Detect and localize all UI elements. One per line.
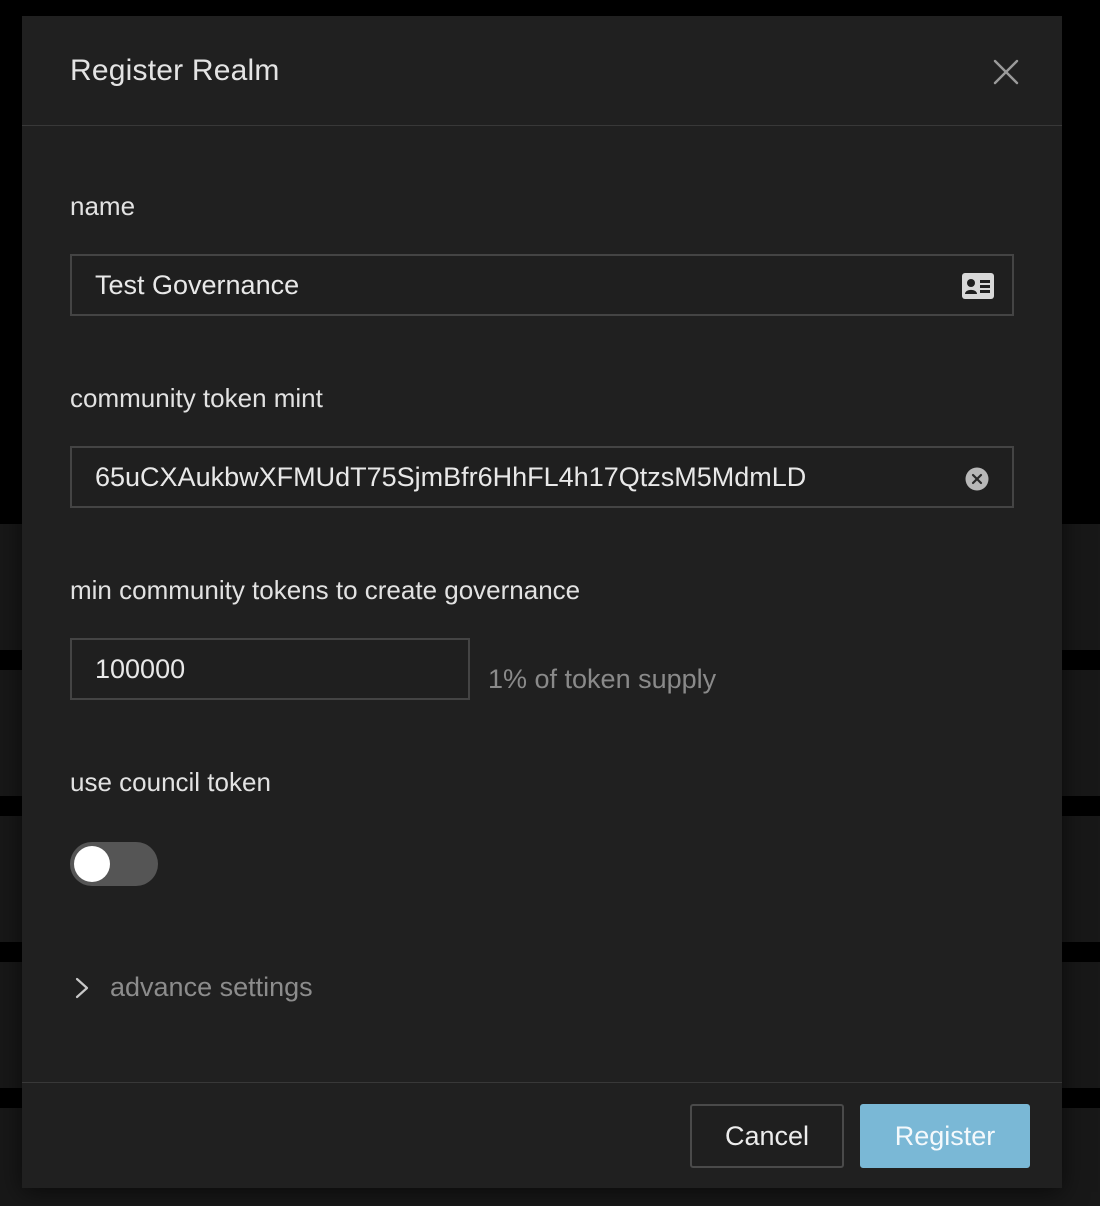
min-tokens-input[interactable]: 100000 [70, 638, 470, 700]
register-button[interactable]: Register [860, 1104, 1030, 1168]
community-mint-value: 65uCXAukbwXFMUdT75SjmBfr6HhFL4h17QtzsM5M… [95, 462, 807, 492]
chevron-right-icon [74, 976, 90, 1005]
community-mint-label: community token mint [70, 383, 323, 413]
contact-card-icon[interactable] [961, 272, 995, 305]
clear-circle-icon[interactable] [965, 467, 989, 496]
name-input[interactable]: Test Governance [70, 254, 1014, 316]
min-tokens-label: min community tokens to create governanc… [70, 575, 581, 605]
modal-title: Register Realm [70, 54, 280, 87]
close-button[interactable] [988, 54, 1024, 90]
name-label: name [70, 191, 136, 221]
min-tokens-value: 100000 [95, 654, 186, 684]
community-mint-input[interactable]: 65uCXAukbwXFMUdT75SjmBfr6HhFL4h17QtzsM5M… [70, 446, 1014, 508]
register-realm-modal: Register Realm name Test Governance comm… [22, 16, 1062, 1188]
cancel-button[interactable]: Cancel [690, 1104, 844, 1168]
advance-settings-label: advance settings [110, 972, 313, 1002]
modal-header: Register Realm [22, 16, 1062, 126]
close-icon [993, 59, 1019, 85]
token-supply-hint: 1% of token supply [488, 664, 717, 694]
modal-footer: Cancel Register [22, 1082, 1062, 1189]
name-value: Test Governance [95, 270, 300, 300]
council-token-label: use council token [70, 767, 271, 797]
council-token-toggle[interactable] [70, 842, 158, 886]
toggle-knob [74, 846, 110, 882]
